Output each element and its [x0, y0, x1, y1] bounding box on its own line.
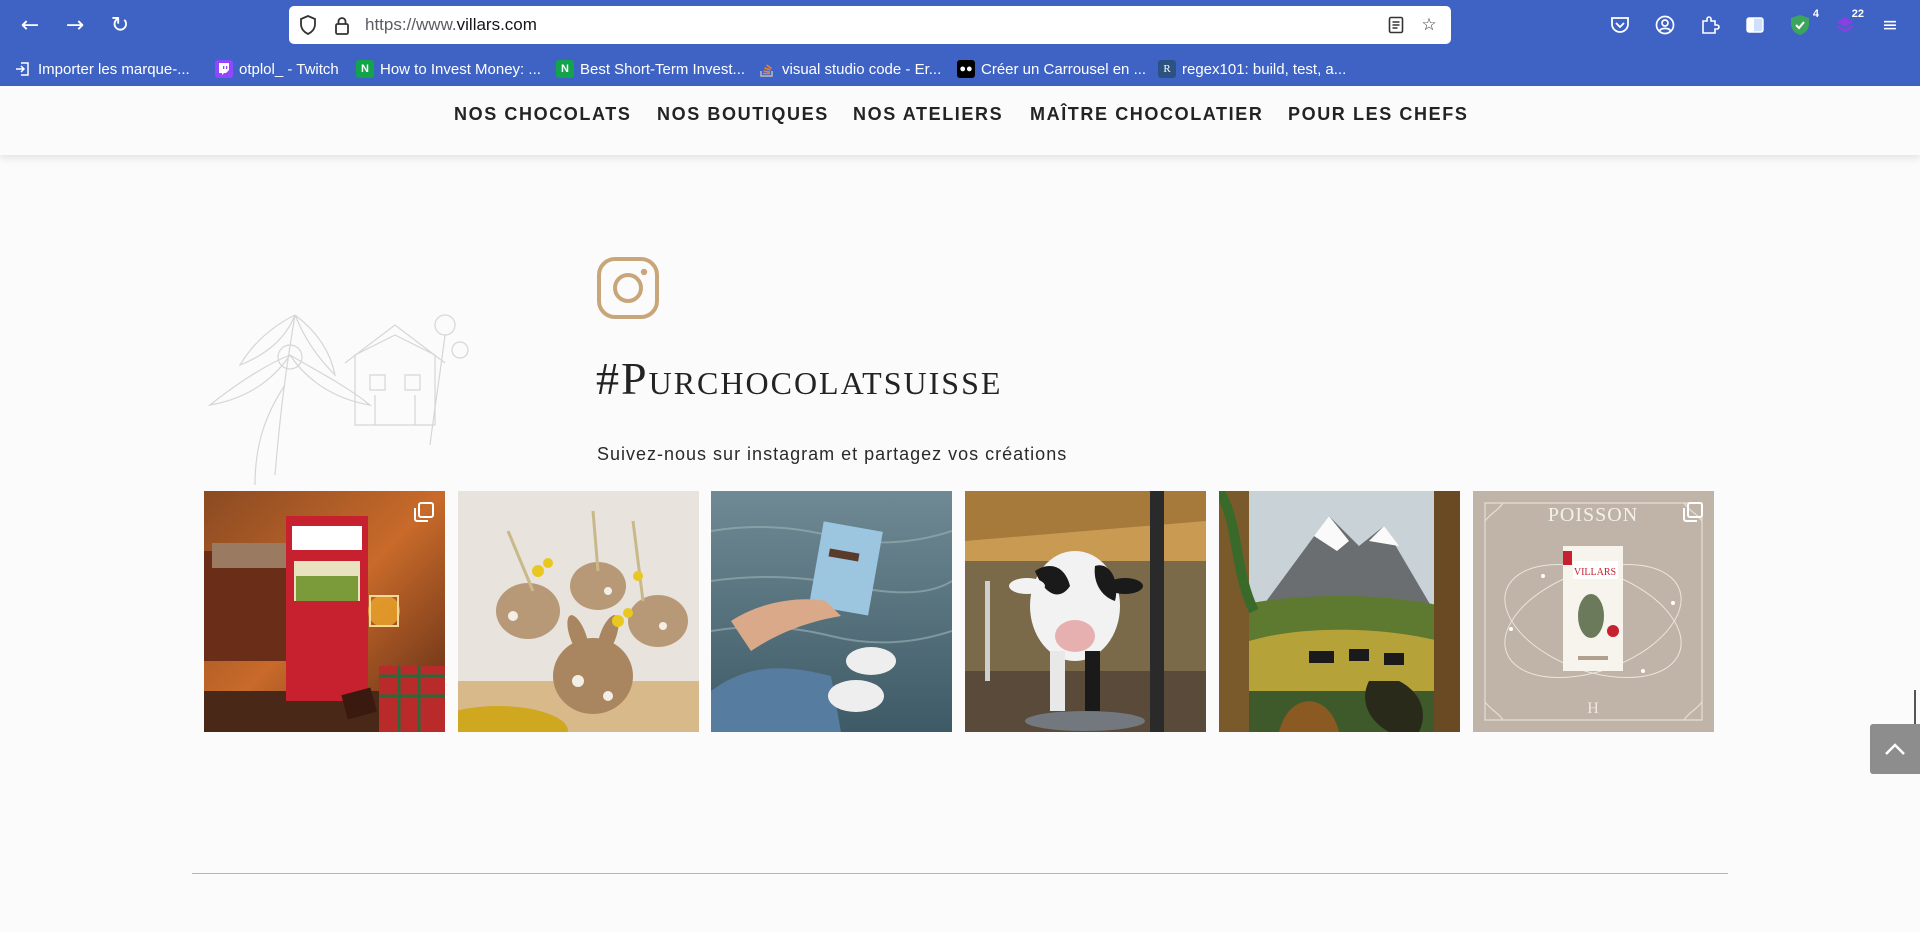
reader-view-icon[interactable]: [1385, 14, 1407, 36]
svg-text:POISSON: POISSON: [1548, 504, 1638, 526]
back-arrow-icon[interactable]: ←: [14, 10, 46, 42]
sidebar-icon[interactable]: [1742, 12, 1768, 38]
forward-arrow-icon[interactable]: →: [59, 10, 91, 42]
back-to-top-button[interactable]: [1870, 724, 1920, 774]
stackoverflow-icon: [758, 60, 776, 78]
instagram-post-mountain-illustration[interactable]: [1219, 491, 1460, 732]
instagram-post-lake-bar[interactable]: [711, 491, 952, 732]
medium-icon: ●●: [957, 60, 975, 78]
instagram-hashtag: #Purchocolatsuisse: [596, 353, 1003, 404]
bookmark-item[interactable]: otplol_ - Twitch: [215, 58, 339, 80]
bookmark-item[interactable]: visual studio code - Er...: [758, 58, 941, 80]
instagram-post-easter-bunnies[interactable]: [458, 491, 699, 732]
bookmark-star-icon[interactable]: ☆: [1418, 14, 1440, 36]
ext-badge-2: 22: [1851, 8, 1864, 20]
instagram-icon[interactable]: [596, 256, 660, 320]
url-text[interactable]: https://www.villars.com: [365, 15, 537, 35]
address-bar[interactable]: https://www.villars.com ☆: [289, 6, 1451, 44]
regex101-icon: R: [1158, 60, 1176, 78]
section-divider: [192, 873, 1728, 874]
bookmark-item[interactable]: N Best Short-Term Invest...: [556, 58, 745, 80]
instagram-post-poisson-zodiac[interactable]: POISSON VILLARS H: [1473, 491, 1714, 732]
nav-maitre-chocolatier[interactable]: MAÎTRE CHOCOLATIER: [1030, 104, 1263, 125]
edelweiss-decoration: [195, 295, 505, 495]
nav-nos-chocolats[interactable]: NOS CHOCOLATS: [454, 104, 631, 125]
bookmark-item[interactable]: N How to Invest Money: ...: [356, 58, 541, 80]
lock-icon[interactable]: [331, 14, 353, 36]
carousel-icon: [413, 501, 435, 523]
instagram-post-whisky-bar[interactable]: [204, 491, 445, 732]
extension-icon[interactable]: 22: [1832, 8, 1864, 38]
browser-toolbar: ← → ↻ https://www.villars.com ☆ 4 22 ≡ I…: [0, 0, 1920, 86]
reload-icon[interactable]: ↻: [104, 10, 136, 42]
nerdwallet-icon: N: [356, 60, 374, 78]
bookmark-item[interactable]: Importer les marque-...: [14, 58, 190, 80]
svg-text:H: H: [1587, 700, 1599, 717]
instagram-subtitle: Suivez-nous sur instagram et partagez vo…: [597, 444, 1068, 464]
carousel-icon: [1682, 501, 1704, 523]
pocket-icon[interactable]: [1607, 12, 1633, 38]
ext-badge-1: 4: [1812, 8, 1819, 20]
bookmark-item[interactable]: ●● Créer un Carrousel en ...: [957, 58, 1146, 80]
extensions-icon[interactable]: [1697, 12, 1723, 38]
bookmark-item[interactable]: R regex101: build, test, a...: [1158, 58, 1346, 80]
instagram-post-cow-barn[interactable]: [965, 491, 1206, 732]
menu-icon[interactable]: ≡: [1877, 12, 1903, 38]
import-icon: [14, 60, 32, 78]
bookmarks-bar: Importer les marque-... otplol_ - Twitch…: [0, 54, 1920, 84]
nav-nos-boutiques[interactable]: NOS BOUTIQUES: [657, 104, 829, 125]
svg-text:VILLARS: VILLARS: [1574, 567, 1616, 578]
ublock-icon[interactable]: 4: [1787, 8, 1819, 38]
shield-icon[interactable]: [297, 14, 319, 36]
nav-nos-ateliers[interactable]: NOS ATELIERS: [853, 104, 1003, 125]
chevron-up-icon: [1885, 743, 1905, 755]
account-icon[interactable]: [1652, 12, 1678, 38]
twitch-icon: [215, 60, 233, 78]
nav-pour-les-chefs[interactable]: POUR LES CHEFS: [1288, 104, 1468, 125]
site-header: NOS CHOCOLATS NOS BOUTIQUES NOS ATELIERS…: [0, 86, 1920, 155]
nerdwallet-icon: N: [556, 60, 574, 78]
